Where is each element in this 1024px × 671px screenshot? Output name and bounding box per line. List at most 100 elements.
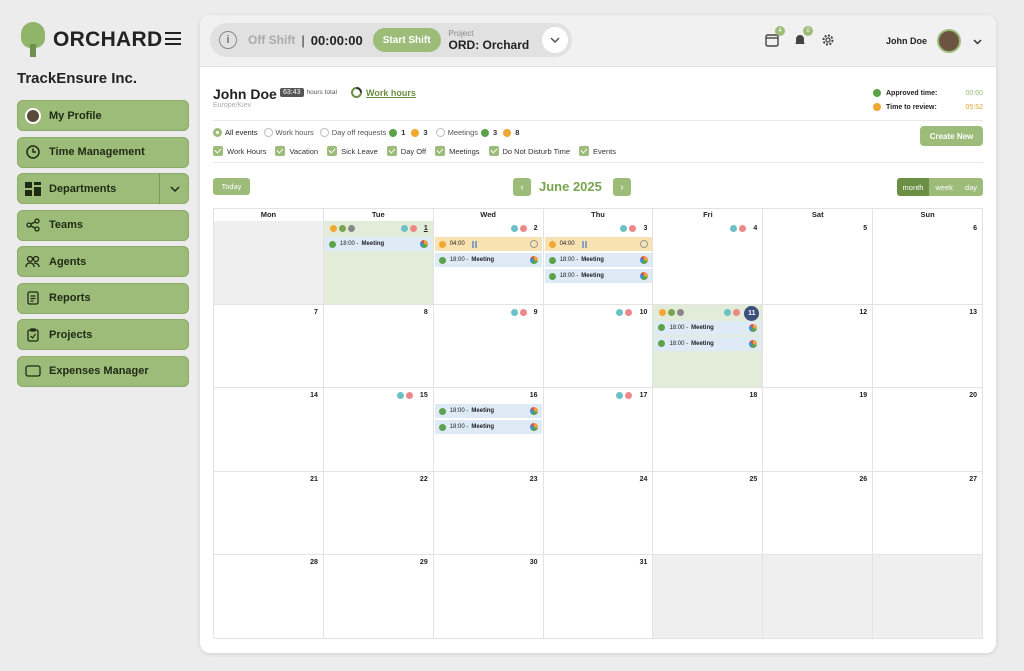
day-number: 12 bbox=[859, 308, 868, 316]
event-meeting[interactable]: 18:00 - Meeting bbox=[434, 404, 542, 418]
event-meeting[interactable]: 18:00 - Meeting bbox=[434, 420, 542, 434]
calendar-day[interactable]: 14 bbox=[214, 388, 324, 472]
sidebar-item-time-management[interactable]: Time Management bbox=[17, 136, 189, 168]
folder-icon bbox=[25, 363, 41, 379]
event-meeting[interactable]: 18:00 - Meeting bbox=[544, 253, 652, 267]
filter-work-hours[interactable]: Work hours bbox=[263, 128, 314, 137]
sidebar-item-expenses-manager[interactable]: Expenses Manager bbox=[17, 355, 189, 387]
day-number: 19 bbox=[859, 392, 868, 399]
member-icons bbox=[620, 225, 637, 232]
calendar-day[interactable]: 5 bbox=[763, 221, 874, 305]
calendar-day[interactable]: 18 bbox=[653, 388, 764, 472]
create-new-button[interactable]: Create New bbox=[920, 126, 983, 146]
menu-icon[interactable] bbox=[165, 32, 181, 45]
calendar-day[interactable]: 29 bbox=[323, 555, 434, 639]
today-button[interactable]: Today bbox=[213, 178, 250, 195]
sidebar-item-agents[interactable]: Agents bbox=[17, 246, 189, 277]
sidebar-item-projects[interactable]: Projects bbox=[17, 319, 189, 350]
filter-day-off[interactable]: Day off requests 1 3 bbox=[319, 128, 430, 137]
calendar-day[interactable]: 27 bbox=[873, 471, 984, 555]
check-icon bbox=[873, 89, 881, 97]
start-shift-button[interactable]: Start Shift bbox=[372, 28, 441, 52]
chevron-down-icon[interactable] bbox=[973, 32, 982, 50]
sidebar-item-my-profile[interactable]: My Profile bbox=[17, 100, 189, 131]
calendar-day[interactable]: 25 bbox=[653, 471, 764, 555]
next-month-button[interactable]: › bbox=[613, 178, 631, 196]
event-type-checkboxes: Work Hours Vacation Sick Leave Day Off M… bbox=[213, 146, 625, 156]
event-meeting[interactable]: 18:00 - Meeting bbox=[434, 253, 542, 267]
logo[interactable]: ORCHARD bbox=[20, 22, 162, 58]
calendar-day[interactable]: 26 bbox=[763, 471, 874, 555]
event-meeting[interactable]: 18:00 - Meeting bbox=[654, 336, 762, 351]
calendar-day[interactable]: 7 bbox=[214, 304, 324, 388]
calendar-day[interactable]: 30 bbox=[433, 555, 544, 639]
checkbox-meetings[interactable]: Meetings bbox=[435, 146, 480, 156]
checkbox-work-hours[interactable]: Work Hours bbox=[213, 146, 266, 156]
user-name: John Doe bbox=[886, 36, 928, 46]
sidebar-item-reports[interactable]: Reports bbox=[17, 282, 189, 314]
filter-all-events[interactable]: All events bbox=[213, 128, 258, 137]
calendar-day[interactable]: 15 bbox=[323, 388, 434, 472]
sidebar-nav: My Profile Time Management Departments T… bbox=[17, 100, 189, 392]
chevron-down-icon[interactable] bbox=[159, 173, 189, 204]
hours-total: 63:43 hours total bbox=[280, 88, 337, 97]
calendar-badge: 4 bbox=[775, 26, 785, 36]
avatar bbox=[937, 29, 962, 53]
calendar-day[interactable]: 4 bbox=[653, 221, 764, 305]
calendar-day[interactable]: 31 bbox=[543, 555, 654, 639]
calendar-day[interactable]: 6 bbox=[873, 221, 984, 305]
prev-month-button[interactable]: ‹ bbox=[513, 178, 531, 196]
sidebar-item-label: Departments bbox=[49, 182, 117, 195]
clock-icon bbox=[25, 144, 41, 160]
project-selector[interactable]: Project ORD: Orchard bbox=[449, 29, 530, 52]
calendar-day[interactable]: 24 bbox=[543, 471, 654, 555]
calendar-day-today[interactable]: 11 18:00 - Meeting 18:00 - Meeting bbox=[653, 304, 764, 388]
calendar-day-empty bbox=[214, 221, 324, 305]
event-meeting[interactable]: 18:00 - Meeting bbox=[544, 269, 652, 283]
checkbox-vacation[interactable]: Vacation bbox=[275, 146, 318, 156]
filter-meetings[interactable]: Meetings 3 8 bbox=[435, 128, 522, 137]
checkbox-day-off[interactable]: Day Off bbox=[386, 146, 426, 156]
day-number: 16 bbox=[529, 392, 538, 399]
event-meeting[interactable]: 18:00 - Meeting bbox=[324, 237, 432, 251]
calendar-day[interactable]: 23 bbox=[433, 471, 544, 555]
view-month-button[interactable]: month bbox=[896, 178, 930, 196]
checkbox-sick-leave[interactable]: Sick Leave bbox=[327, 146, 378, 156]
calendar-day[interactable]: 2 04:00 18:00 - Meeting bbox=[433, 221, 544, 305]
checkbox-do-not-disturb[interactable]: Do Not Disturb Time bbox=[488, 146, 570, 156]
work-hours-link[interactable]: Work hours bbox=[351, 87, 416, 98]
calendar-day[interactable]: 22 bbox=[323, 471, 434, 555]
day-number: 31 bbox=[639, 559, 648, 566]
user-menu[interactable]: John Doe bbox=[886, 29, 982, 53]
calendar-day[interactable]: 1 18:00 - Meeting bbox=[323, 221, 434, 305]
checkbox-events[interactable]: Events bbox=[579, 146, 616, 156]
calendar-day[interactable]: 10 bbox=[543, 304, 654, 388]
calendar-day[interactable]: 28 bbox=[214, 555, 324, 639]
view-week-button[interactable]: week bbox=[929, 178, 959, 196]
calendar-day[interactable]: 17 bbox=[543, 388, 654, 472]
calendar-day[interactable]: 16 18:00 - Meeting 18:00 - Meeting bbox=[433, 388, 544, 472]
clipboard-icon bbox=[25, 327, 41, 343]
info-icon[interactable]: i bbox=[219, 31, 237, 49]
calendar-day[interactable]: 13 bbox=[873, 304, 984, 388]
calendar-day[interactable]: 19 bbox=[763, 388, 874, 472]
calendar-day[interactable]: 8 bbox=[323, 304, 434, 388]
event-meeting[interactable]: 18:00 - Meeting bbox=[654, 320, 762, 335]
view-day-button[interactable]: day bbox=[958, 178, 983, 196]
event-work-hours[interactable]: 04:00 bbox=[434, 237, 542, 251]
day-number: 29 bbox=[419, 559, 428, 566]
calendar-day[interactable]: 12 bbox=[763, 304, 874, 388]
event-filters: All events Work hours Day off requests 1 3… bbox=[213, 128, 527, 137]
event-work-hours[interactable]: 04:00 bbox=[544, 237, 652, 251]
calendar-day[interactable]: 21 bbox=[214, 471, 324, 555]
sidebar-item-teams[interactable]: Teams bbox=[17, 209, 189, 241]
calendar-day[interactable]: 20 bbox=[873, 388, 984, 472]
calendar-day[interactable]: 9 bbox=[433, 304, 544, 388]
gear-icon[interactable] bbox=[821, 33, 835, 47]
chevron-down-icon[interactable] bbox=[542, 27, 568, 53]
sidebar-item-departments[interactable]: Departments bbox=[17, 173, 189, 204]
bell-icon[interactable]: 0 bbox=[793, 26, 813, 47]
shift-status: Off Shift bbox=[248, 33, 296, 47]
calendar-icon[interactable]: 4 bbox=[765, 26, 785, 47]
calendar-day[interactable]: 3 04:00 18:00 - Meeting 18:00 - Meeting bbox=[543, 221, 654, 305]
